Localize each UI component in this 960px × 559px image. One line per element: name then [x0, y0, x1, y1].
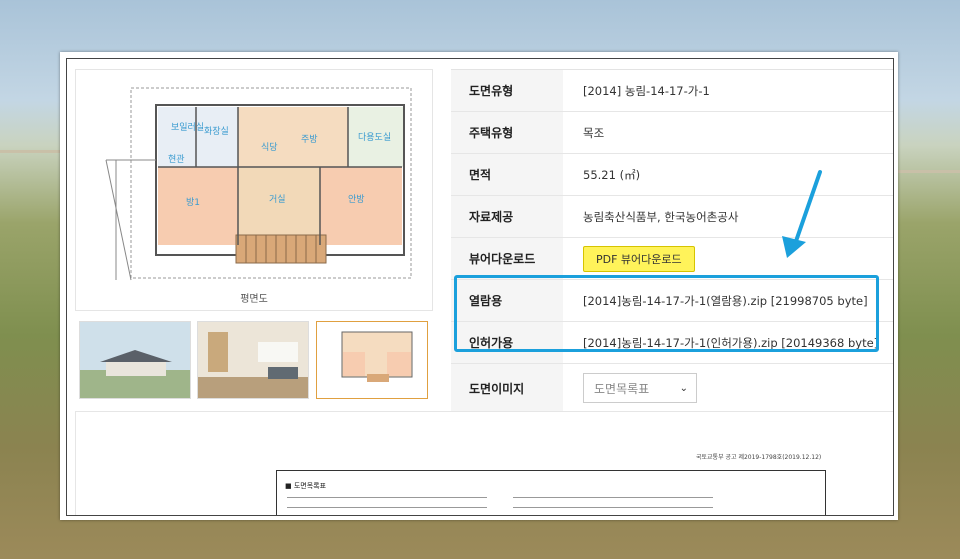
doc-notice: 국토교통부 공고 제2019-1798호(2019.12.12) — [696, 454, 822, 461]
exterior-render-image — [80, 322, 190, 398]
row-provider: 자료제공 농림축산식품부, 한국농어촌공사 — [451, 196, 893, 238]
value-drawing-type: [2014] 농림-14-17-가-1 — [583, 83, 710, 98]
room-label-utility: 다용도실 — [358, 132, 391, 143]
room-label-entry: 현관 — [168, 154, 185, 165]
label-area: 면적 — [451, 154, 563, 195]
doc-sheet: ■ 도면목록표 — [276, 470, 826, 515]
doc-table-line — [513, 497, 713, 498]
room-label-bathroom: 화장실 — [204, 126, 229, 137]
row-area: 면적 55.21 (㎡) — [451, 154, 893, 196]
chevron-down-icon: ⌄ — [679, 382, 688, 394]
value-provider: 농림축산식품부, 한국농어촌공사 — [583, 209, 739, 224]
doc-table-line — [287, 507, 487, 508]
room-label-boiler: 보일러실 — [171, 122, 204, 133]
drawing-image-select[interactable]: 도면목록표 ⌄ — [583, 373, 697, 403]
room-label-kitchen: 주방 — [301, 134, 318, 145]
background-fence-right — [895, 170, 960, 233]
download-highlight-box — [454, 275, 879, 352]
plan-caption: 평면도 — [240, 294, 268, 305]
label-viewer-download: 뷰어다운로드 — [451, 238, 563, 279]
value-house-type: 목조 — [583, 125, 605, 140]
doc-table-line — [287, 497, 487, 498]
room-label-dining: 식당 — [261, 142, 278, 153]
doc-table-line — [513, 507, 713, 508]
row-viewer-download: 뷰어다운로드 PDF 뷰어다운로드 — [451, 238, 893, 280]
thumbnail-exterior[interactable] — [79, 321, 191, 399]
row-drawing-type: 도면유형 [2014] 농림-14-17-가-1 — [451, 70, 893, 112]
detail-panel: 보일러실 화장실 주방 식당 다용도실 현관 방1 거실 안방 평면도 도면유형… — [66, 58, 894, 516]
label-house-type: 주택유형 — [451, 112, 563, 153]
label-drawing-type: 도면유형 — [451, 70, 563, 111]
row-drawing-image: 도면이미지 도면목록표 ⌄ — [451, 364, 893, 413]
label-provider: 자료제공 — [451, 196, 563, 237]
floor-plan-drawing: 보일러실 화장실 주방 식당 다용도실 현관 방1 거실 안방 — [105, 87, 412, 281]
room-label-room1: 방1 — [186, 197, 200, 208]
thumbnail-floor-plan[interactable] — [316, 321, 428, 399]
floor-plan-thumb-image — [317, 322, 427, 398]
row-house-type: 주택유형 목조 — [451, 112, 893, 154]
background-fence-left — [0, 150, 60, 233]
pdf-viewer-download-button[interactable]: PDF 뷰어다운로드 — [583, 245, 695, 272]
drawing-document-preview: 국토교통부 공고 제2019-1798호(2019.12.12) ■ 도면목록표 — [75, 411, 893, 515]
label-drawing-image: 도면이미지 — [451, 364, 563, 412]
room-label-master: 안방 — [348, 194, 365, 205]
thumbnail-interior[interactable] — [197, 321, 309, 399]
doc-title: ■ 도면목록표 — [285, 482, 327, 490]
drawing-info-table: 도면유형 [2014] 농림-14-17-가-1 주택유형 목조 면적 55.2… — [451, 69, 893, 413]
interior-render-image — [198, 322, 308, 398]
drawing-image-select-value: 도면목록표 — [594, 381, 650, 396]
value-area: 55.21 (㎡) — [583, 167, 641, 182]
floor-plan-image[interactable]: 보일러실 화장실 주방 식당 다용도실 현관 방1 거실 안방 평면도 — [75, 69, 433, 311]
room-label-living: 거실 — [269, 194, 286, 205]
screenshot-frame: 보일러실 화장실 주방 식당 다용도실 현관 방1 거실 안방 평면도 도면유형… — [60, 52, 898, 520]
